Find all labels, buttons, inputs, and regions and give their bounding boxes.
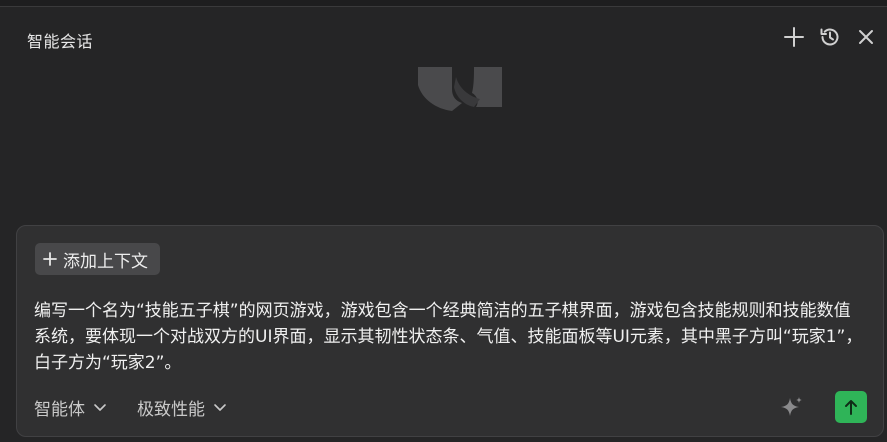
send-button[interactable] xyxy=(835,391,867,423)
chat-composer: 添加上下文 编写一个名为“技能五子棋”的网页游戏，游戏包含一个经典简洁的五子棋界… xyxy=(16,225,884,437)
assistant-logo-icon xyxy=(418,67,502,111)
add-context-label: 添加上下文 xyxy=(63,251,148,272)
mode-selector[interactable]: 极致性能 xyxy=(137,391,227,423)
chevron-down-icon xyxy=(214,404,226,411)
history-button[interactable] xyxy=(817,24,843,50)
plus-icon xyxy=(43,252,57,266)
plus-icon xyxy=(784,27,804,47)
prompt-input[interactable]: 编写一个名为“技能五子棋”的网页游戏，游戏包含一个经典简洁的五子棋界面，游戏包含… xyxy=(34,298,864,376)
add-context-button[interactable]: 添加上下文 xyxy=(35,243,160,275)
agent-selector-label: 智能体 xyxy=(34,399,85,420)
mode-selector-label: 极致性能 xyxy=(137,399,205,420)
enhance-prompt-button[interactable] xyxy=(779,394,805,420)
agent-selector[interactable]: 智能体 xyxy=(34,391,107,423)
chat-header: 智能会话 xyxy=(0,7,887,65)
new-chat-button[interactable] xyxy=(781,24,807,50)
composer-toolbar: 智能体 极致性能 xyxy=(34,391,867,423)
arrow-up-icon xyxy=(845,400,857,415)
chevron-down-icon xyxy=(94,404,106,411)
history-icon xyxy=(820,28,839,46)
close-icon xyxy=(859,30,873,44)
close-panel-button[interactable] xyxy=(853,24,879,50)
window-top-border xyxy=(0,0,887,7)
header-actions xyxy=(781,24,879,50)
sparkle-icon xyxy=(781,397,802,416)
panel-title: 智能会话 xyxy=(27,32,94,51)
